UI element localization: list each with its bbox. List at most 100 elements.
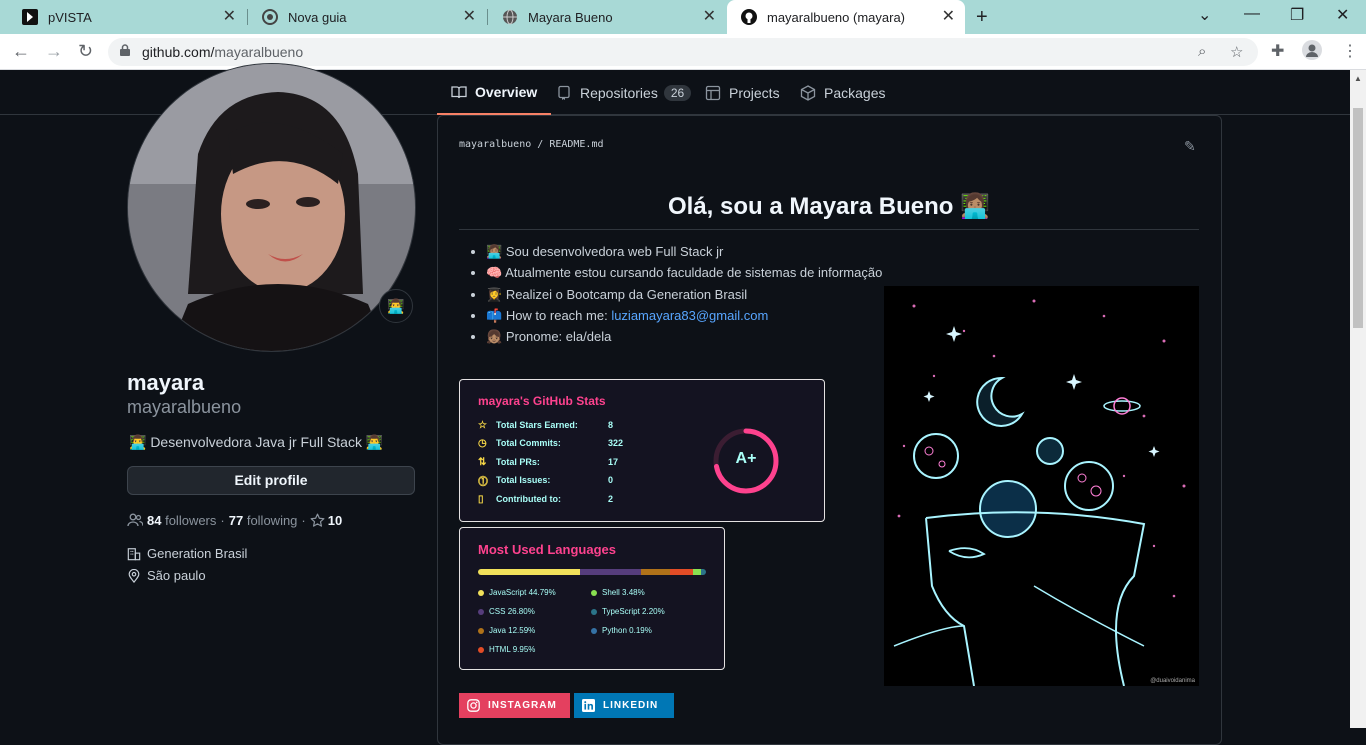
tab-search-icon[interactable]: ⌄ — [1198, 5, 1211, 25]
url-host: github.com/ — [142, 44, 214, 60]
lock-icon — [120, 44, 130, 56]
grade-ring: A+ — [713, 428, 779, 494]
space-illustration: @duaivoidanima — [884, 286, 1199, 686]
zoom-icon[interactable]: ⌕ — [1198, 43, 1206, 60]
globe-icon — [502, 9, 518, 25]
profile-icon[interactable] — [1302, 40, 1322, 65]
language-item: CSS 26.80% — [478, 607, 535, 616]
tab-pvista[interactable]: pVISTA ✕ — [8, 0, 246, 34]
stat-row: ⇅Total PRs:17 — [478, 455, 540, 469]
menu-icon[interactable]: ⋮ — [1342, 41, 1358, 61]
grade-text: A+ — [713, 450, 779, 468]
stat-label: Total PRs: — [496, 457, 540, 467]
tab-nova-guia[interactable]: Nova guia ✕ — [248, 0, 486, 34]
tab-label: Repositories — [580, 85, 658, 101]
tab-title: Mayara Bueno — [528, 10, 613, 25]
tab-title: Nova guia — [288, 10, 347, 25]
github-icon — [741, 9, 757, 25]
title-divider — [459, 229, 1199, 230]
back-button[interactable]: ← — [12, 41, 30, 62]
close-window-button[interactable]: ✕ — [1336, 5, 1349, 25]
following-link[interactable]: 77 following — [229, 513, 298, 528]
language-bar-segment — [693, 569, 701, 575]
language-dot — [478, 628, 484, 634]
linkedin-badge[interactable]: LINKEDIN — [574, 693, 674, 718]
scroll-up-icon[interactable]: ▲ — [1354, 74, 1362, 83]
followers-link[interactable]: 84 followers — [147, 513, 216, 528]
minimize-button[interactable]: — — [1244, 5, 1260, 23]
followers-label: followers — [165, 513, 216, 528]
follow-stats: 84 followers · 77 following · 10 — [127, 512, 342, 528]
people-icon — [127, 512, 143, 528]
language-item: JavaScript 44.79% — [478, 588, 556, 597]
tab-packages[interactable]: Packages — [800, 70, 885, 115]
tab-mayara-bueno[interactable]: Mayara Bueno ✕ — [488, 0, 726, 34]
maximize-button[interactable]: ❐ — [1290, 5, 1304, 25]
edit-profile-button[interactable]: Edit profile — [127, 466, 415, 495]
page-scrollbar[interactable]: ▲ — [1350, 70, 1366, 728]
language-label: Python — [602, 626, 627, 635]
language-label: Shell — [602, 588, 620, 597]
github-stats-card: mayara's GitHub Stats ☆Total Stars Earne… — [459, 379, 825, 522]
language-label: JavaScript — [489, 588, 526, 597]
reload-button[interactable]: ↻ — [78, 41, 93, 62]
tab-projects[interactable]: Projects — [705, 70, 780, 115]
list-item: 👩🏽‍💻 Sou desenvolvedora web Full Stack j… — [486, 244, 882, 265]
url-field[interactable]: github.com/mayaralbueno ⌕ ☆ — [108, 38, 1258, 66]
tab-overview[interactable]: Overview — [437, 70, 551, 115]
status-emoji: 👨‍💻 — [387, 298, 404, 315]
readme-list: 👩🏽‍💻 Sou desenvolvedora web Full Stack j… — [470, 244, 882, 350]
close-icon[interactable]: ✕ — [463, 9, 476, 25]
language-dot — [478, 647, 484, 653]
following-label: following — [247, 513, 298, 528]
language-percent: 26.80% — [508, 607, 535, 616]
readme-file-link[interactable]: README.md — [549, 139, 603, 150]
scrollbar-thumb[interactable] — [1353, 108, 1363, 328]
language-percent: 2.20% — [642, 607, 665, 616]
stat-label: Total Issues: — [496, 475, 550, 485]
status-emoji-button[interactable]: 👨‍💻 — [379, 289, 413, 323]
close-icon[interactable]: ✕ — [223, 9, 236, 25]
profile-location: São paulo — [127, 568, 206, 583]
email-link[interactable]: luziamayara83@gmail.com — [611, 308, 768, 323]
close-icon[interactable]: ✕ — [942, 9, 955, 25]
url-path: mayaralbueno — [214, 44, 303, 60]
language-bar-segment — [478, 569, 580, 575]
instagram-icon — [467, 699, 480, 712]
language-dot — [591, 590, 597, 596]
stat-label: Total Commits: — [496, 438, 561, 448]
readme-path: mayaralbueno / README.md — [459, 139, 604, 150]
close-icon[interactable]: ✕ — [703, 9, 716, 25]
language-label: TypeScript — [602, 607, 640, 616]
stat-row: ◷Total Commits:322 — [478, 436, 561, 450]
pvista-icon — [22, 9, 38, 25]
language-percent: 3.48% — [622, 588, 645, 597]
language-percent: 12.59% — [508, 626, 535, 635]
pull-request-icon: ⇅ — [478, 457, 490, 468]
tab-repositories[interactable]: Repositories 26 — [556, 70, 691, 115]
separator-dot: · — [301, 513, 305, 528]
bookmark-star-icon[interactable]: ☆ — [1230, 43, 1243, 61]
tab-title: pVISTA — [48, 10, 92, 25]
extensions-icon[interactable]: ✚ — [1271, 41, 1284, 61]
item-text: Atualmente estou cursando faculdade de s… — [505, 265, 882, 280]
readme-owner-link[interactable]: mayaralbueno — [459, 139, 531, 150]
instagram-badge[interactable]: INSTAGRAM — [459, 693, 570, 718]
new-tab-button[interactable]: + — [976, 6, 988, 29]
language-item: Python 0.19% — [591, 626, 652, 635]
stars-link[interactable]: 10 — [310, 513, 342, 528]
badge-label: LINKEDIN — [603, 700, 658, 711]
tab-github-profile[interactable]: mayaralbueno (mayara) ✕ — [727, 0, 965, 34]
languages-card: Most Used Languages JavaScript 44.79%She… — [459, 527, 725, 670]
book-icon — [451, 84, 467, 100]
forward-button[interactable]: → — [45, 41, 63, 62]
chrome-icon — [262, 9, 278, 25]
art-signature: @duaivoidanima — [1150, 678, 1195, 684]
edit-pencil-icon[interactable]: ✎ — [1184, 138, 1196, 155]
avatar[interactable] — [127, 63, 416, 352]
stat-value: 8 — [608, 420, 648, 430]
list-item: 🧠 Atualmente estou cursando faculdade de… — [486, 265, 882, 286]
item-emoji: 🧠 — [486, 265, 502, 280]
location-icon — [127, 569, 141, 583]
profile-name: mayara — [127, 370, 204, 396]
